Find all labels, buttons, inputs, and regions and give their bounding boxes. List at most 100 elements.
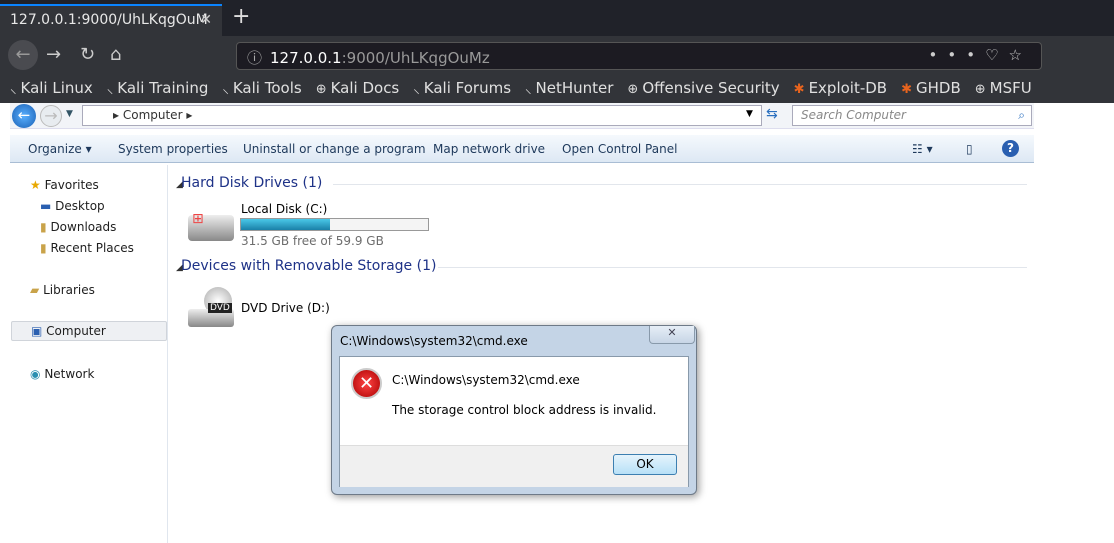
uninstall-program-button[interactable]: Uninstall or change a program	[243, 142, 426, 156]
navigation-pane: ★ Favorites ▬ Desktop ▮ Downloads ▮ Rece…	[10, 165, 168, 543]
bookmark-label: NetHunter	[535, 79, 614, 97]
url-actions: •••♡☆	[929, 46, 1032, 64]
error-dialog: C:\Windows\system32\cmd.exe ✕ ✕ C:\Windo…	[331, 325, 697, 495]
address-box[interactable]: ▸ Computer ▸	[82, 105, 762, 126]
back-button[interactable]: ←	[8, 40, 38, 70]
info-icon[interactable]: ⓘ	[247, 49, 262, 67]
breadcrumb[interactable]: Computer	[123, 108, 183, 122]
bookmark-label: Kali Tools	[232, 79, 302, 97]
refresh-icon[interactable]: ⇆	[766, 106, 778, 122]
map-network-drive-button[interactable]: Map network drive	[433, 142, 545, 156]
address-dropdown-icon[interactable]: ▼	[746, 109, 753, 119]
browser-tab[interactable]: 127.0.0.1:9000/UhLKqgOuM ✕	[0, 4, 222, 36]
computer-icon: ▣	[31, 324, 43, 338]
sidebar-item-network[interactable]: ◉ Network	[30, 367, 94, 381]
url-host: 127.0.0.1	[270, 49, 342, 67]
history-dropdown-icon[interactable]: ▼	[66, 109, 73, 119]
kali-dragon-icon: ⸜	[413, 82, 420, 97]
sidebar-item-favorites[interactable]: ★ Favorites	[30, 178, 99, 192]
network-icon: ◉	[30, 367, 41, 381]
dialog-heading: C:\Windows\system32\cmd.exe	[392, 373, 580, 387]
bookmark-kali-tools[interactable]: ⸜ Kali Tools	[222, 79, 301, 97]
disk-usage-bar	[240, 218, 429, 231]
dialog-footer: OK	[340, 445, 688, 487]
ok-button[interactable]: OK	[613, 454, 677, 475]
kali-dragon-icon: ⸜	[10, 82, 17, 97]
forward-button[interactable]: →	[40, 105, 62, 127]
nav-bar: ← → ↻ ⌂ ⓘ 127.0.0.1:9000/UhLKqgOuMz •••♡☆	[0, 36, 1114, 74]
star-icon[interactable]: ☆	[1009, 46, 1032, 64]
bookmark-nethunter[interactable]: ⸜ NetHunter	[525, 79, 613, 97]
reload-button[interactable]: ↻	[80, 44, 95, 65]
disk-free-space: 31.5 GB free of 59.9 GB	[241, 234, 384, 248]
system-properties-button[interactable]: System properties	[118, 142, 228, 156]
globe-icon: ⊕	[315, 82, 327, 97]
desktop-icon: ▬	[40, 199, 52, 213]
sidebar-item-recent-places[interactable]: ▮ Recent Places	[40, 241, 134, 255]
more-icon[interactable]: •••	[929, 46, 986, 64]
bookmark-ghdb[interactable]: ✱ GHDB	[901, 79, 961, 97]
bookmark-kali-training[interactable]: ⸜ Kali Training	[107, 79, 209, 97]
back-button[interactable]: ←	[12, 104, 36, 128]
sidebar-item-downloads[interactable]: ▮ Downloads	[40, 220, 116, 234]
search-input[interactable]: Search Computer ⌕	[792, 105, 1032, 126]
globe-icon: ⊕	[974, 82, 986, 97]
dialog-message: The storage control block address is inv…	[392, 403, 657, 417]
address-bar: ← → ▼ ▸ Computer ▸ ▼ ⇆ Search Computer ⌕	[10, 103, 1034, 129]
local-disk-name[interactable]: Local Disk (C:)	[241, 202, 327, 216]
hard-disk-icon: ⊞	[188, 211, 234, 241]
url-path: :9000/UhLKqgOuMz	[341, 49, 490, 67]
sidebar-item-computer[interactable]: ▣ Computer	[11, 321, 167, 341]
bookmark-kali-linux[interactable]: ⸜ Kali Linux	[10, 79, 93, 97]
bookmark-label: Kali Training	[117, 79, 209, 97]
tab-title: 127.0.0.1:9000/UhLKqgOuM	[10, 12, 208, 28]
bug-icon: ✱	[901, 82, 913, 97]
dialog-title: C:\Windows\system32\cmd.exe	[340, 334, 528, 348]
dialog-body: ✕ C:\Windows\system32\cmd.exe The storag…	[339, 356, 689, 487]
organize-button[interactable]: Organize ▾	[28, 142, 92, 156]
globe-icon: ⊕	[627, 82, 639, 97]
bookmark-exploit-db[interactable]: ✱ Exploit-DB	[794, 79, 887, 97]
recent-places-icon: ▮	[40, 241, 47, 255]
bookmark-label: MSFU	[989, 79, 1032, 97]
dvd-drive-name[interactable]: DVD Drive (D:)	[241, 301, 330, 315]
bookmark-label: Kali Linux	[20, 79, 93, 97]
pocket-icon[interactable]: ♡	[985, 46, 1008, 64]
disk-usage-fill	[241, 219, 330, 230]
url-bar[interactable]: ⓘ 127.0.0.1:9000/UhLKqgOuMz	[236, 42, 1042, 70]
error-icon: ✕	[351, 368, 382, 399]
command-bar: Organize ▾ System properties Uninstall o…	[10, 135, 1034, 163]
bookmark-kali-docs[interactable]: ⊕ Kali Docs	[316, 79, 400, 97]
bookmark-label: Kali Docs	[330, 79, 400, 97]
new-tab-button[interactable]: +	[232, 4, 250, 29]
open-control-panel-button[interactable]: Open Control Panel	[562, 142, 677, 156]
bookmark-label: Exploit-DB	[808, 79, 888, 97]
search-placeholder: Search Computer	[801, 108, 906, 122]
sidebar-item-libraries[interactable]: ▰ Libraries	[30, 283, 95, 297]
star-icon: ★	[30, 178, 41, 192]
bookmark-label: GHDB	[916, 79, 961, 97]
close-tab-icon[interactable]: ✕	[200, 12, 212, 28]
view-options-icon[interactable]: ☷ ▾	[912, 142, 933, 156]
dvd-drive-icon: DVD	[188, 287, 234, 329]
kali-dragon-icon: ⸜	[525, 82, 532, 97]
downloads-icon: ▮	[40, 220, 47, 234]
search-icon[interactable]: ⌕	[1018, 108, 1025, 123]
kali-dragon-icon: ⸜	[106, 82, 114, 97]
group-header-removable-storage[interactable]: Devices with Removable Storage (1)	[181, 258, 436, 274]
bug-icon: ✱	[793, 82, 805, 97]
bookmark-offensive-security[interactable]: ⊕ Offensive Security	[627, 79, 779, 97]
bookmark-kali-forums[interactable]: ⸜ Kali Forums	[413, 79, 511, 97]
help-icon[interactable]: ?	[1002, 140, 1019, 157]
forward-button[interactable]: →	[46, 44, 61, 65]
preview-pane-icon[interactable]: ▯	[966, 142, 973, 156]
libraries-icon: ▰	[30, 283, 40, 297]
bookmarks-bar: ⸜ Kali Linux ⸜ Kali Training ⸜ Kali Tools ⊕ Kal…	[0, 74, 1114, 103]
bookmark-msfu[interactable]: ⊕ MSFU	[975, 79, 1032, 97]
group-header-hard-disk-drives[interactable]: Hard Disk Drives (1)	[181, 175, 322, 191]
kali-dragon-icon: ⸜	[222, 82, 229, 97]
sidebar-item-desktop[interactable]: ▬ Desktop	[40, 199, 105, 213]
tab-bar: 127.0.0.1:9000/UhLKqgOuM ✕ +	[0, 0, 1114, 36]
close-button[interactable]: ✕	[649, 326, 695, 344]
home-button[interactable]: ⌂	[110, 44, 121, 65]
